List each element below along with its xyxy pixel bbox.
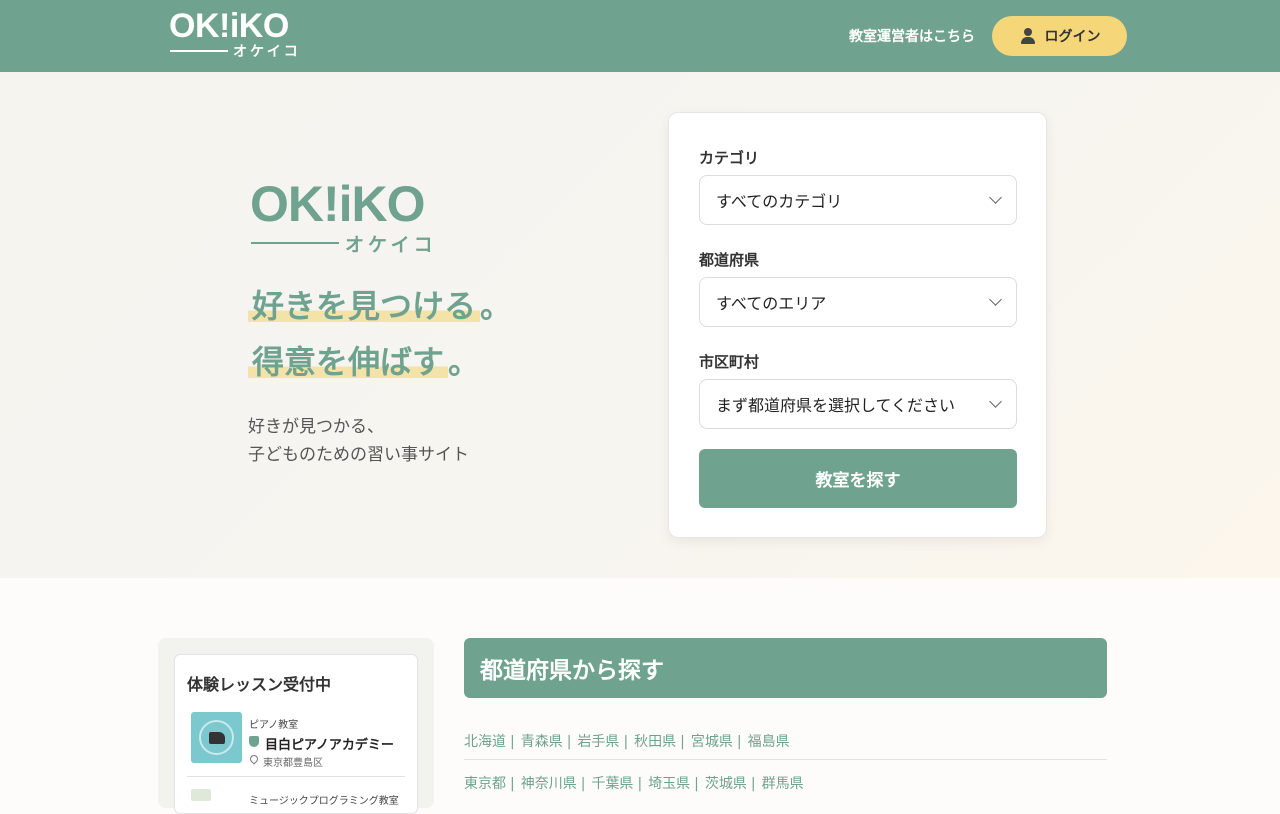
city-label: 市区町村 bbox=[699, 353, 760, 371]
separator: | bbox=[510, 776, 515, 792]
divider bbox=[187, 776, 405, 777]
catchphrase-line1: 好きを見つける。 bbox=[248, 286, 512, 326]
hero-lead-line1: 好きが見つかる、 bbox=[248, 417, 384, 437]
separator: | bbox=[510, 734, 515, 750]
chevron-down-icon bbox=[989, 293, 1002, 306]
city-select-value: まず都道府県を選択してください bbox=[716, 396, 956, 415]
separator: | bbox=[566, 734, 572, 750]
header-logo-main: OK!iKO bbox=[169, 7, 289, 45]
trial-lesson-title: 体験レッスン受付中 bbox=[187, 675, 332, 694]
lesson-location: 東京都豊島区 bbox=[263, 758, 323, 769]
separator: | bbox=[623, 734, 629, 750]
separator: | bbox=[736, 734, 742, 750]
lesson-list-item[interactable]: ミュージックプログラミング教室 bbox=[191, 789, 405, 809]
lesson-name: 目白ピアノアカデミー bbox=[265, 738, 394, 753]
category-select[interactable]: すべてのカテゴリ bbox=[699, 175, 1017, 225]
header-logo[interactable]: OK!iKO オケイコ bbox=[169, 7, 301, 60]
hero-lead: 好きが見つかる、 子どものための習い事サイト bbox=[248, 413, 469, 469]
divider bbox=[464, 759, 1107, 760]
lesson-category: ミュージックプログラミング教室 bbox=[249, 796, 399, 807]
header-logo-rule bbox=[170, 50, 228, 52]
owner-link[interactable]: 教室運営者はこちら bbox=[849, 26, 975, 46]
prefecture-label: 都道府県 bbox=[699, 251, 760, 269]
hero-logo: OK!iKO オケイコ bbox=[250, 176, 450, 256]
prefecture-link[interactable]: 福島県 bbox=[748, 734, 790, 750]
prefecture-link[interactable]: 千葉県 bbox=[591, 776, 633, 792]
chevron-down-icon bbox=[989, 191, 1002, 204]
trial-lesson-panel: 体験レッスン受付中 ピアノ教室 目白ピアノアカデミー 東京都豊島区 ミュージック… bbox=[158, 638, 434, 814]
separator: | bbox=[694, 776, 699, 792]
separator: | bbox=[680, 734, 685, 750]
search-button[interactable]: 教室を探す bbox=[699, 449, 1017, 508]
header-logo-sub: オケイコ bbox=[233, 44, 301, 60]
catchphrase-line1-end: 。 bbox=[480, 287, 513, 325]
prefecture-row-1: 北海道 | 青森県 | 岩手県 | 秋田県 | 宮城県 | 福島県 bbox=[464, 731, 790, 751]
catchphrase-line2: 得意を伸ばす。 bbox=[248, 342, 480, 382]
lesson-thumbnail bbox=[191, 712, 242, 763]
prefecture-link[interactable]: 北海道 bbox=[464, 734, 506, 750]
search-card: カテゴリ すべてのカテゴリ 都道府県 すべてのエリア 市区町村 まず都道府県を選… bbox=[668, 112, 1047, 538]
chevron-down-icon bbox=[989, 395, 1002, 408]
prefecture-link[interactable]: 埼玉県 bbox=[648, 776, 690, 792]
hero-logo-rule bbox=[251, 242, 339, 244]
hero-lead-line2: 子どものための習い事サイト bbox=[248, 445, 469, 465]
catchphrase-line1-text: 好きを見つける bbox=[248, 287, 481, 325]
hero-logo-sub: オケイコ bbox=[345, 234, 437, 256]
lesson-category: ピアノ教室 bbox=[249, 720, 299, 731]
prefecture-link[interactable]: 秋田県 bbox=[634, 734, 676, 750]
trial-lesson-card: 体験レッスン受付中 ピアノ教室 目白ピアノアカデミー 東京都豊島区 ミュージック… bbox=[174, 654, 418, 814]
prefecture-select-value: すべてのエリア bbox=[716, 294, 827, 313]
category-label: カテゴリ bbox=[699, 149, 760, 167]
piano-icon bbox=[209, 732, 225, 744]
prefecture-link[interactable]: 岩手県 bbox=[577, 734, 619, 750]
catchphrase-line2-text: 得意を伸ばす bbox=[248, 343, 449, 381]
prefecture-link[interactable]: 東京都 bbox=[464, 776, 506, 792]
prefecture-section-heading: 都道府県から探す bbox=[464, 638, 1107, 698]
catchphrase-line2-end: 。 bbox=[448, 343, 481, 381]
category-select-value: すべてのカテゴリ bbox=[716, 192, 843, 211]
prefecture-link[interactable]: 青森県 bbox=[521, 734, 563, 750]
separator: | bbox=[750, 776, 756, 792]
separator: | bbox=[580, 776, 586, 792]
city-select[interactable]: まず都道府県を選択してください bbox=[699, 379, 1017, 429]
lesson-thumbnail bbox=[191, 789, 211, 801]
login-label: ログイン bbox=[1044, 29, 1101, 45]
user-icon bbox=[1019, 27, 1037, 45]
prefecture-select[interactable]: すべてのエリア bbox=[699, 277, 1017, 327]
verified-shield-icon bbox=[249, 736, 259, 747]
hero-logo-main: OK!iKO bbox=[250, 176, 426, 232]
separator: | bbox=[637, 776, 643, 792]
hero-section bbox=[0, 72, 1280, 578]
prefecture-link[interactable]: 神奈川県 bbox=[521, 776, 577, 792]
prefecture-link[interactable]: 群馬県 bbox=[762, 776, 804, 792]
prefecture-link[interactable]: 茨城県 bbox=[705, 776, 747, 792]
lesson-list-item[interactable]: ピアノ教室 目白ピアノアカデミー 東京都豊島区 bbox=[191, 712, 405, 769]
prefecture-link[interactable]: 宮城県 bbox=[691, 734, 733, 750]
location-pin-icon bbox=[248, 753, 260, 765]
site-header: OK!iKO オケイコ 教室運営者はこちら ログイン bbox=[0, 0, 1280, 72]
login-button[interactable]: ログイン bbox=[992, 16, 1127, 56]
prefecture-row-2: 東京都 | 神奈川県 | 千葉県 | 埼玉県 | 茨城県 | 群馬県 bbox=[464, 773, 804, 793]
